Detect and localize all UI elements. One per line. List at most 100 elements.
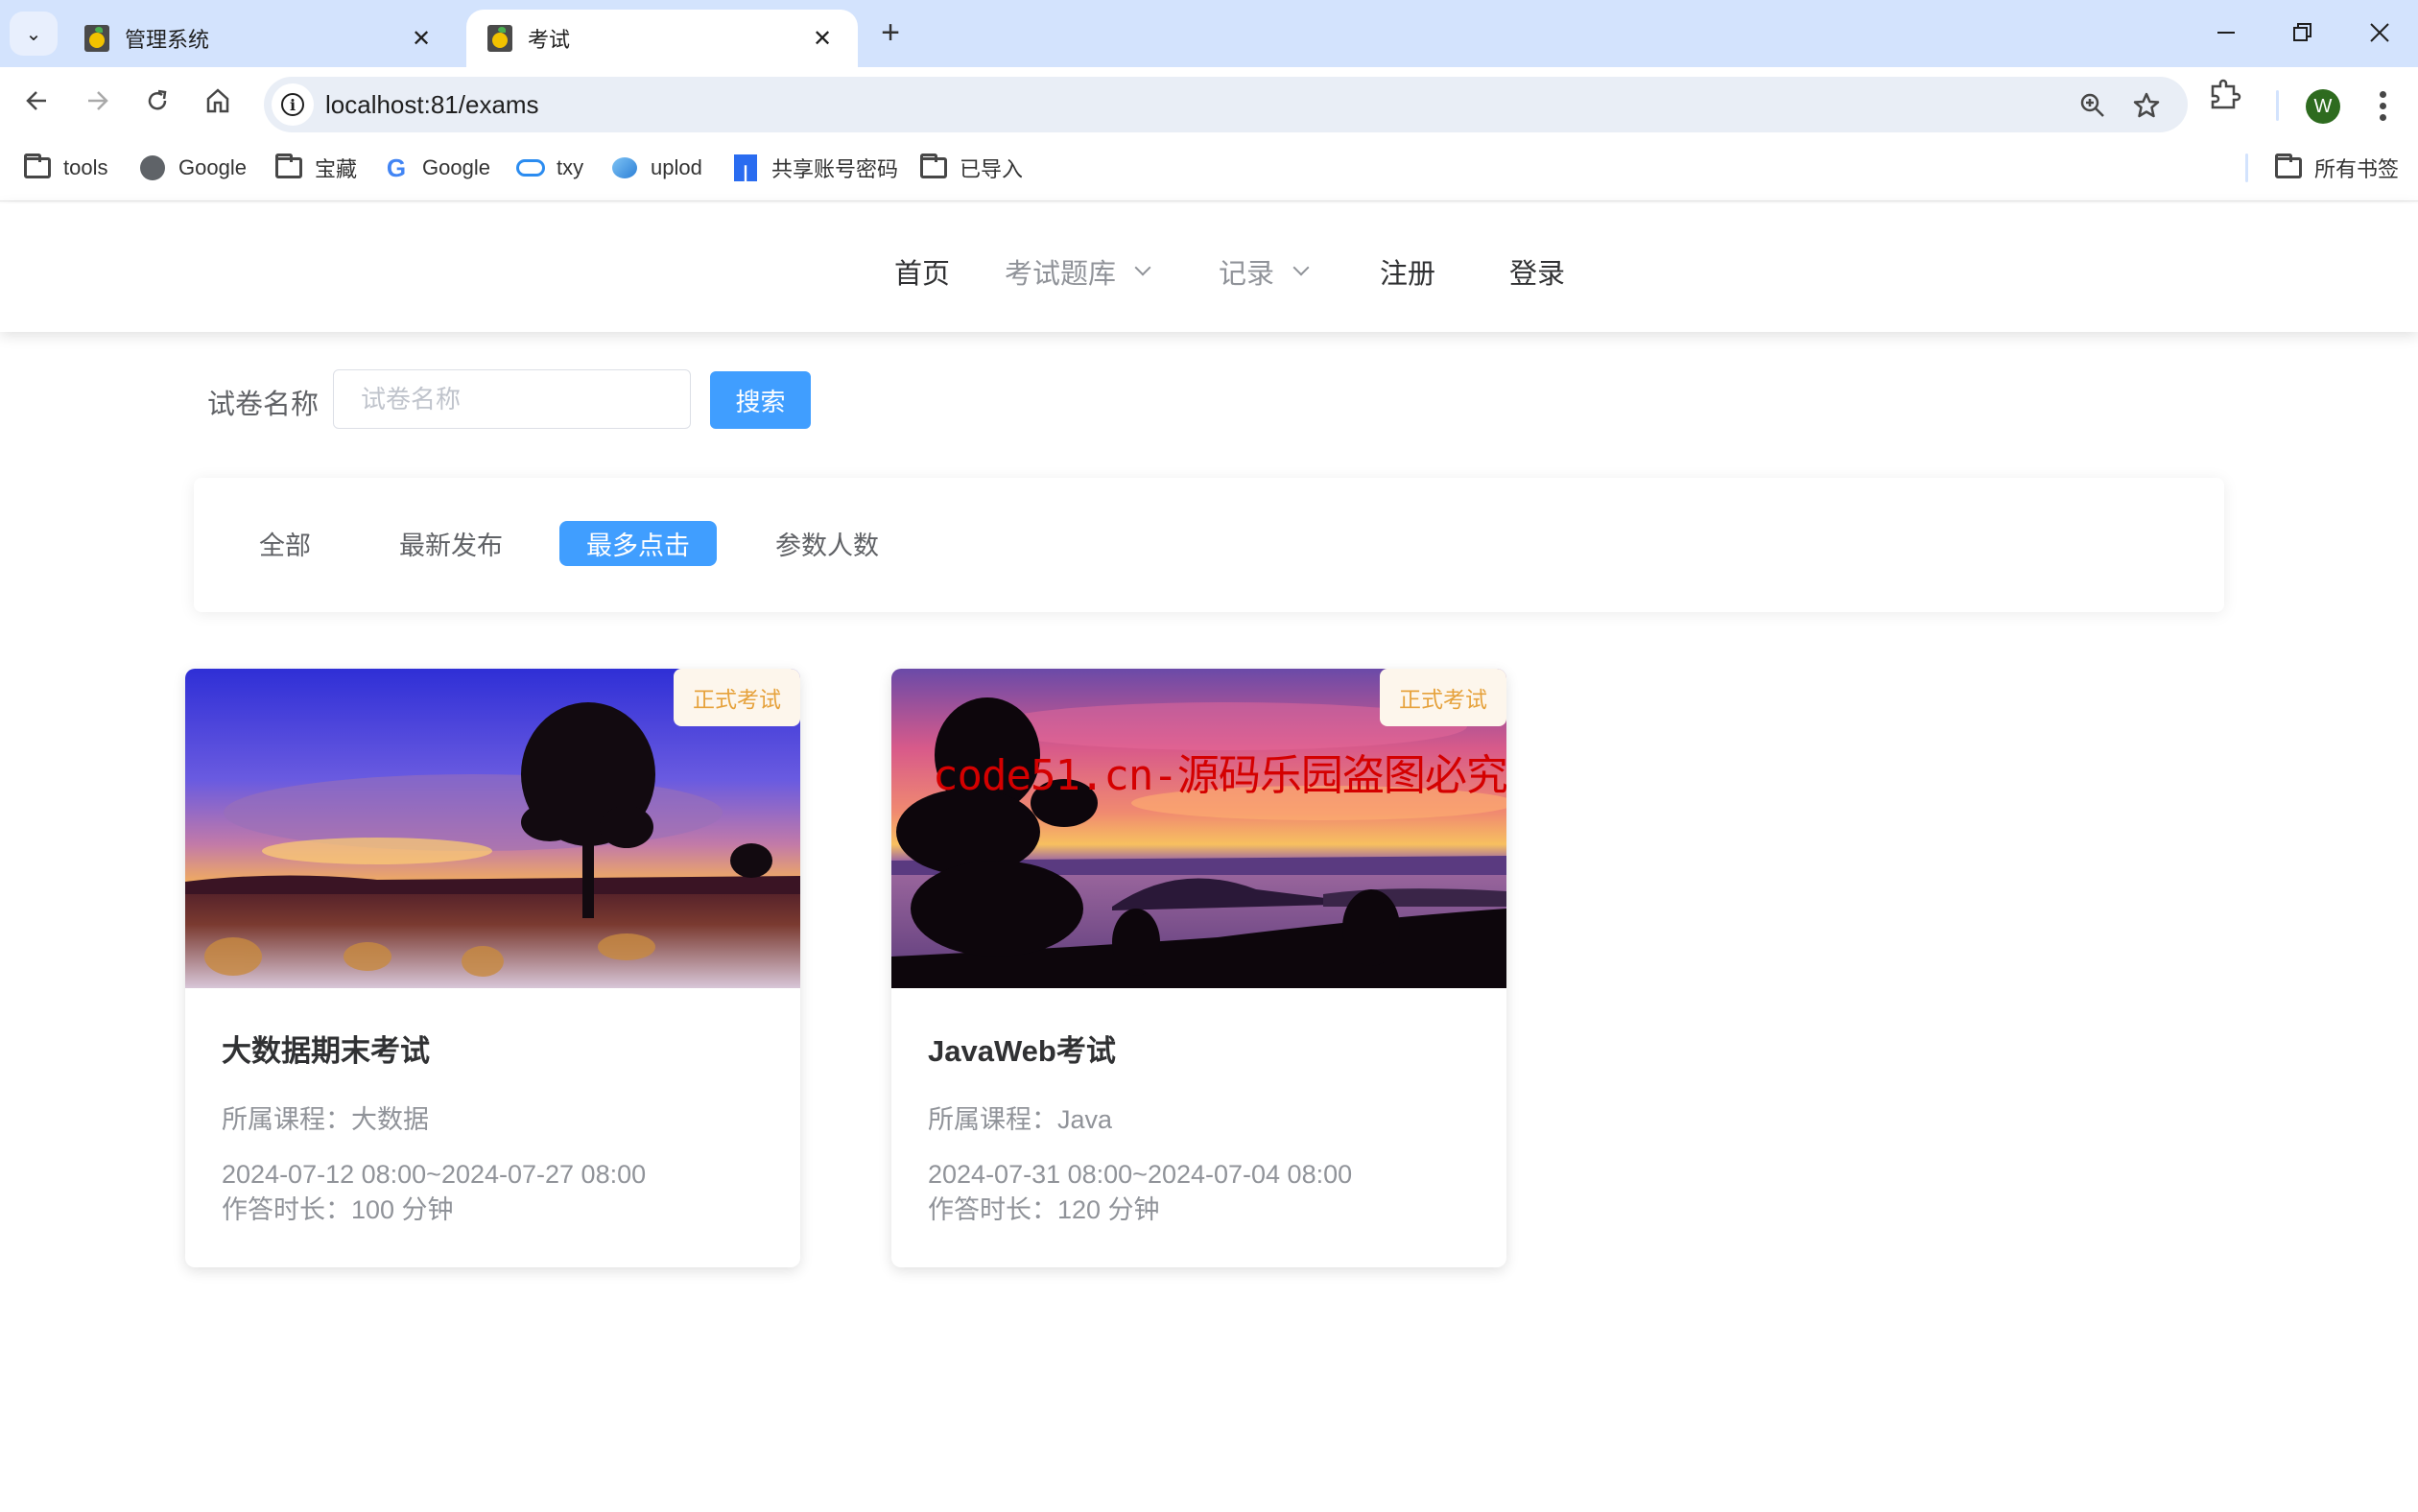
uplod-icon: [610, 154, 639, 182]
bookmark-item[interactable]: Google: [138, 152, 247, 184]
exam-name-input[interactable]: [333, 369, 691, 429]
filter-bar: 全部 最新发布 最多点击 参数人数: [194, 478, 2224, 612]
minimize-button[interactable]: [2197, 12, 2255, 54]
filter-tab-most-clicked[interactable]: 最多点击: [559, 521, 717, 566]
back-button[interactable]: [15, 79, 59, 123]
tab-title: 管理系统: [125, 28, 210, 52]
exam-duration: 作答时长：100 分钟: [222, 1195, 454, 1224]
filter-tab-participants[interactable]: 参数人数: [748, 521, 906, 566]
exam-cover-image: 正式考试: [185, 669, 800, 988]
new-tab-button[interactable]: +: [871, 13, 910, 52]
extensions-button[interactable]: [2207, 79, 2241, 118]
restore-button[interactable]: [2274, 12, 2332, 54]
bookmark-item[interactable]: 已导入: [919, 152, 1023, 184]
main-content: 试卷名称 搜索 全部 最新发布 最多点击 参数人数: [0, 332, 2418, 1512]
tab-search-button[interactable]: ⌄: [10, 12, 58, 56]
bookmark-label: 所有书签: [2314, 157, 2400, 181]
exam-cover-image: code51.cn-源码乐园盗图必究 正式考试: [891, 669, 1506, 988]
bookmark-label: 已导入: [960, 157, 1024, 181]
close-window-button[interactable]: [2351, 12, 2408, 54]
toolbar-divider: [2276, 90, 2279, 121]
filter-tab-all[interactable]: 全部: [232, 521, 338, 566]
chevron-down-icon: [1292, 259, 1310, 276]
exam-time-range: 2024-07-31 08:00~2024-07-04 08:00: [928, 1160, 1353, 1189]
info-icon: i: [281, 93, 304, 116]
bookmark-item[interactable]: tools: [23, 152, 107, 184]
bookmark-star-button[interactable]: [2127, 86, 2166, 125]
close-icon[interactable]: ✕: [808, 25, 837, 53]
zoom-button[interactable]: [2074, 86, 2112, 125]
exam-info: JavaWeb考试 所属课程：Java 2024-07-31 08:00~202…: [928, 988, 1478, 1228]
forward-button[interactable]: [75, 79, 119, 123]
bookmark-item[interactable]: txy: [516, 152, 583, 184]
bookmark-item[interactable]: G Google: [382, 152, 490, 184]
close-icon[interactable]: ✕: [407, 25, 436, 53]
bookmark-label: txy: [557, 155, 584, 179]
google-icon: G: [386, 153, 407, 182]
close-icon: [2370, 23, 2389, 42]
browser-tab[interactable]: 管理系统 ✕: [63, 10, 457, 67]
nav-login[interactable]: 登录: [1509, 251, 1565, 292]
nav-label: 考试题库: [1005, 259, 1117, 290]
browser-toolbar: i localhost:81/exams: [0, 67, 2418, 134]
reload-icon: [148, 89, 167, 110]
star-icon: [2133, 92, 2160, 118]
bookmark-item[interactable]: uplod: [610, 152, 702, 184]
favicon-icon: [84, 25, 109, 52]
site-info-button[interactable]: i: [272, 83, 314, 126]
bookmark-item[interactable]: 宝藏: [274, 152, 357, 184]
home-button[interactable]: [196, 79, 240, 123]
exam-time-range: 2024-07-12 08:00~2024-07-27 08:00: [222, 1160, 647, 1189]
exam-course: 所属课程：大数据: [222, 1105, 429, 1134]
nav-label: 注册: [1380, 259, 1436, 290]
address-bar[interactable]: i localhost:81/exams: [264, 77, 2188, 132]
nav-home[interactable]: 首页: [894, 251, 950, 292]
chevron-down-icon: ⌄: [25, 23, 42, 45]
bookmarks-divider: [2245, 154, 2248, 182]
home-icon: [206, 88, 229, 113]
exam-card[interactable]: code51.cn-源码乐园盗图必究 正式考试 JavaWeb考试 所属课程：J…: [891, 669, 1506, 1267]
exam-title[interactable]: 大数据期末考试: [222, 1027, 771, 1070]
app-header: 首页 考试题库 记录 注册 登录: [0, 203, 2418, 332]
arrow-left-icon: [26, 91, 46, 110]
globe-icon: [138, 154, 167, 182]
arrow-right-icon: [88, 91, 108, 110]
exam-duration: 作答时长：120 分钟: [928, 1195, 1160, 1224]
profile-avatar[interactable]: W: [2306, 89, 2340, 124]
exam-type-badge: 正式考试: [1380, 669, 1506, 726]
search-button[interactable]: 搜索: [710, 371, 811, 429]
folder-icon: [23, 154, 52, 182]
exam-info: 大数据期末考试 所属课程：大数据 2024-07-12 08:00~2024-0…: [222, 988, 771, 1228]
bookmark-label: uplod: [651, 155, 702, 179]
bookmarks-bar: tools Google 宝藏 G Google txy uplod 共享账号密…: [0, 134, 2418, 201]
folder-icon: [919, 154, 948, 182]
bookmark-item[interactable]: 共享账号密码: [731, 152, 898, 184]
bookmark-label: 共享账号密码: [771, 157, 899, 181]
bookmark-label: Google: [422, 155, 490, 179]
exam-title[interactable]: JavaWeb考试: [928, 1027, 1478, 1070]
nav-label: 记录: [1219, 259, 1275, 290]
search-label: 试卷名称: [207, 390, 320, 420]
favicon-icon: [487, 25, 512, 52]
bookmark-label: Google: [178, 155, 247, 179]
browser-menu-button[interactable]: [2368, 83, 2397, 129]
nav-register[interactable]: 注册: [1380, 251, 1435, 292]
chevron-down-icon: [1134, 259, 1151, 276]
exam-type-badge: 正式考试: [674, 669, 800, 726]
cloud-icon: [516, 154, 545, 182]
all-bookmarks-button[interactable]: 所有书签: [2274, 152, 2399, 184]
filter-tab-latest[interactable]: 最新发布: [372, 521, 530, 566]
nav-label: 登录: [1509, 259, 1566, 290]
exam-card[interactable]: 正式考试 大数据期末考试 所属课程：大数据 2024-07-12 08:00~2…: [185, 669, 800, 1267]
bookmark-label: tools: [63, 155, 108, 179]
nav-exam-bank[interactable]: 考试题库: [1005, 251, 1151, 292]
nav-records[interactable]: 记录: [1219, 251, 1310, 292]
nav-label: 首页: [894, 259, 951, 290]
reload-button[interactable]: [135, 79, 179, 123]
zoom-in-icon: [2080, 93, 2104, 117]
restore-icon: [2293, 23, 2311, 41]
url-text[interactable]: localhost:81/exams: [325, 90, 539, 120]
browser-tab-active[interactable]: 考试 ✕: [466, 10, 858, 67]
bookmark-label: 宝藏: [315, 157, 358, 181]
puzzle-icon: [2211, 79, 2241, 109]
